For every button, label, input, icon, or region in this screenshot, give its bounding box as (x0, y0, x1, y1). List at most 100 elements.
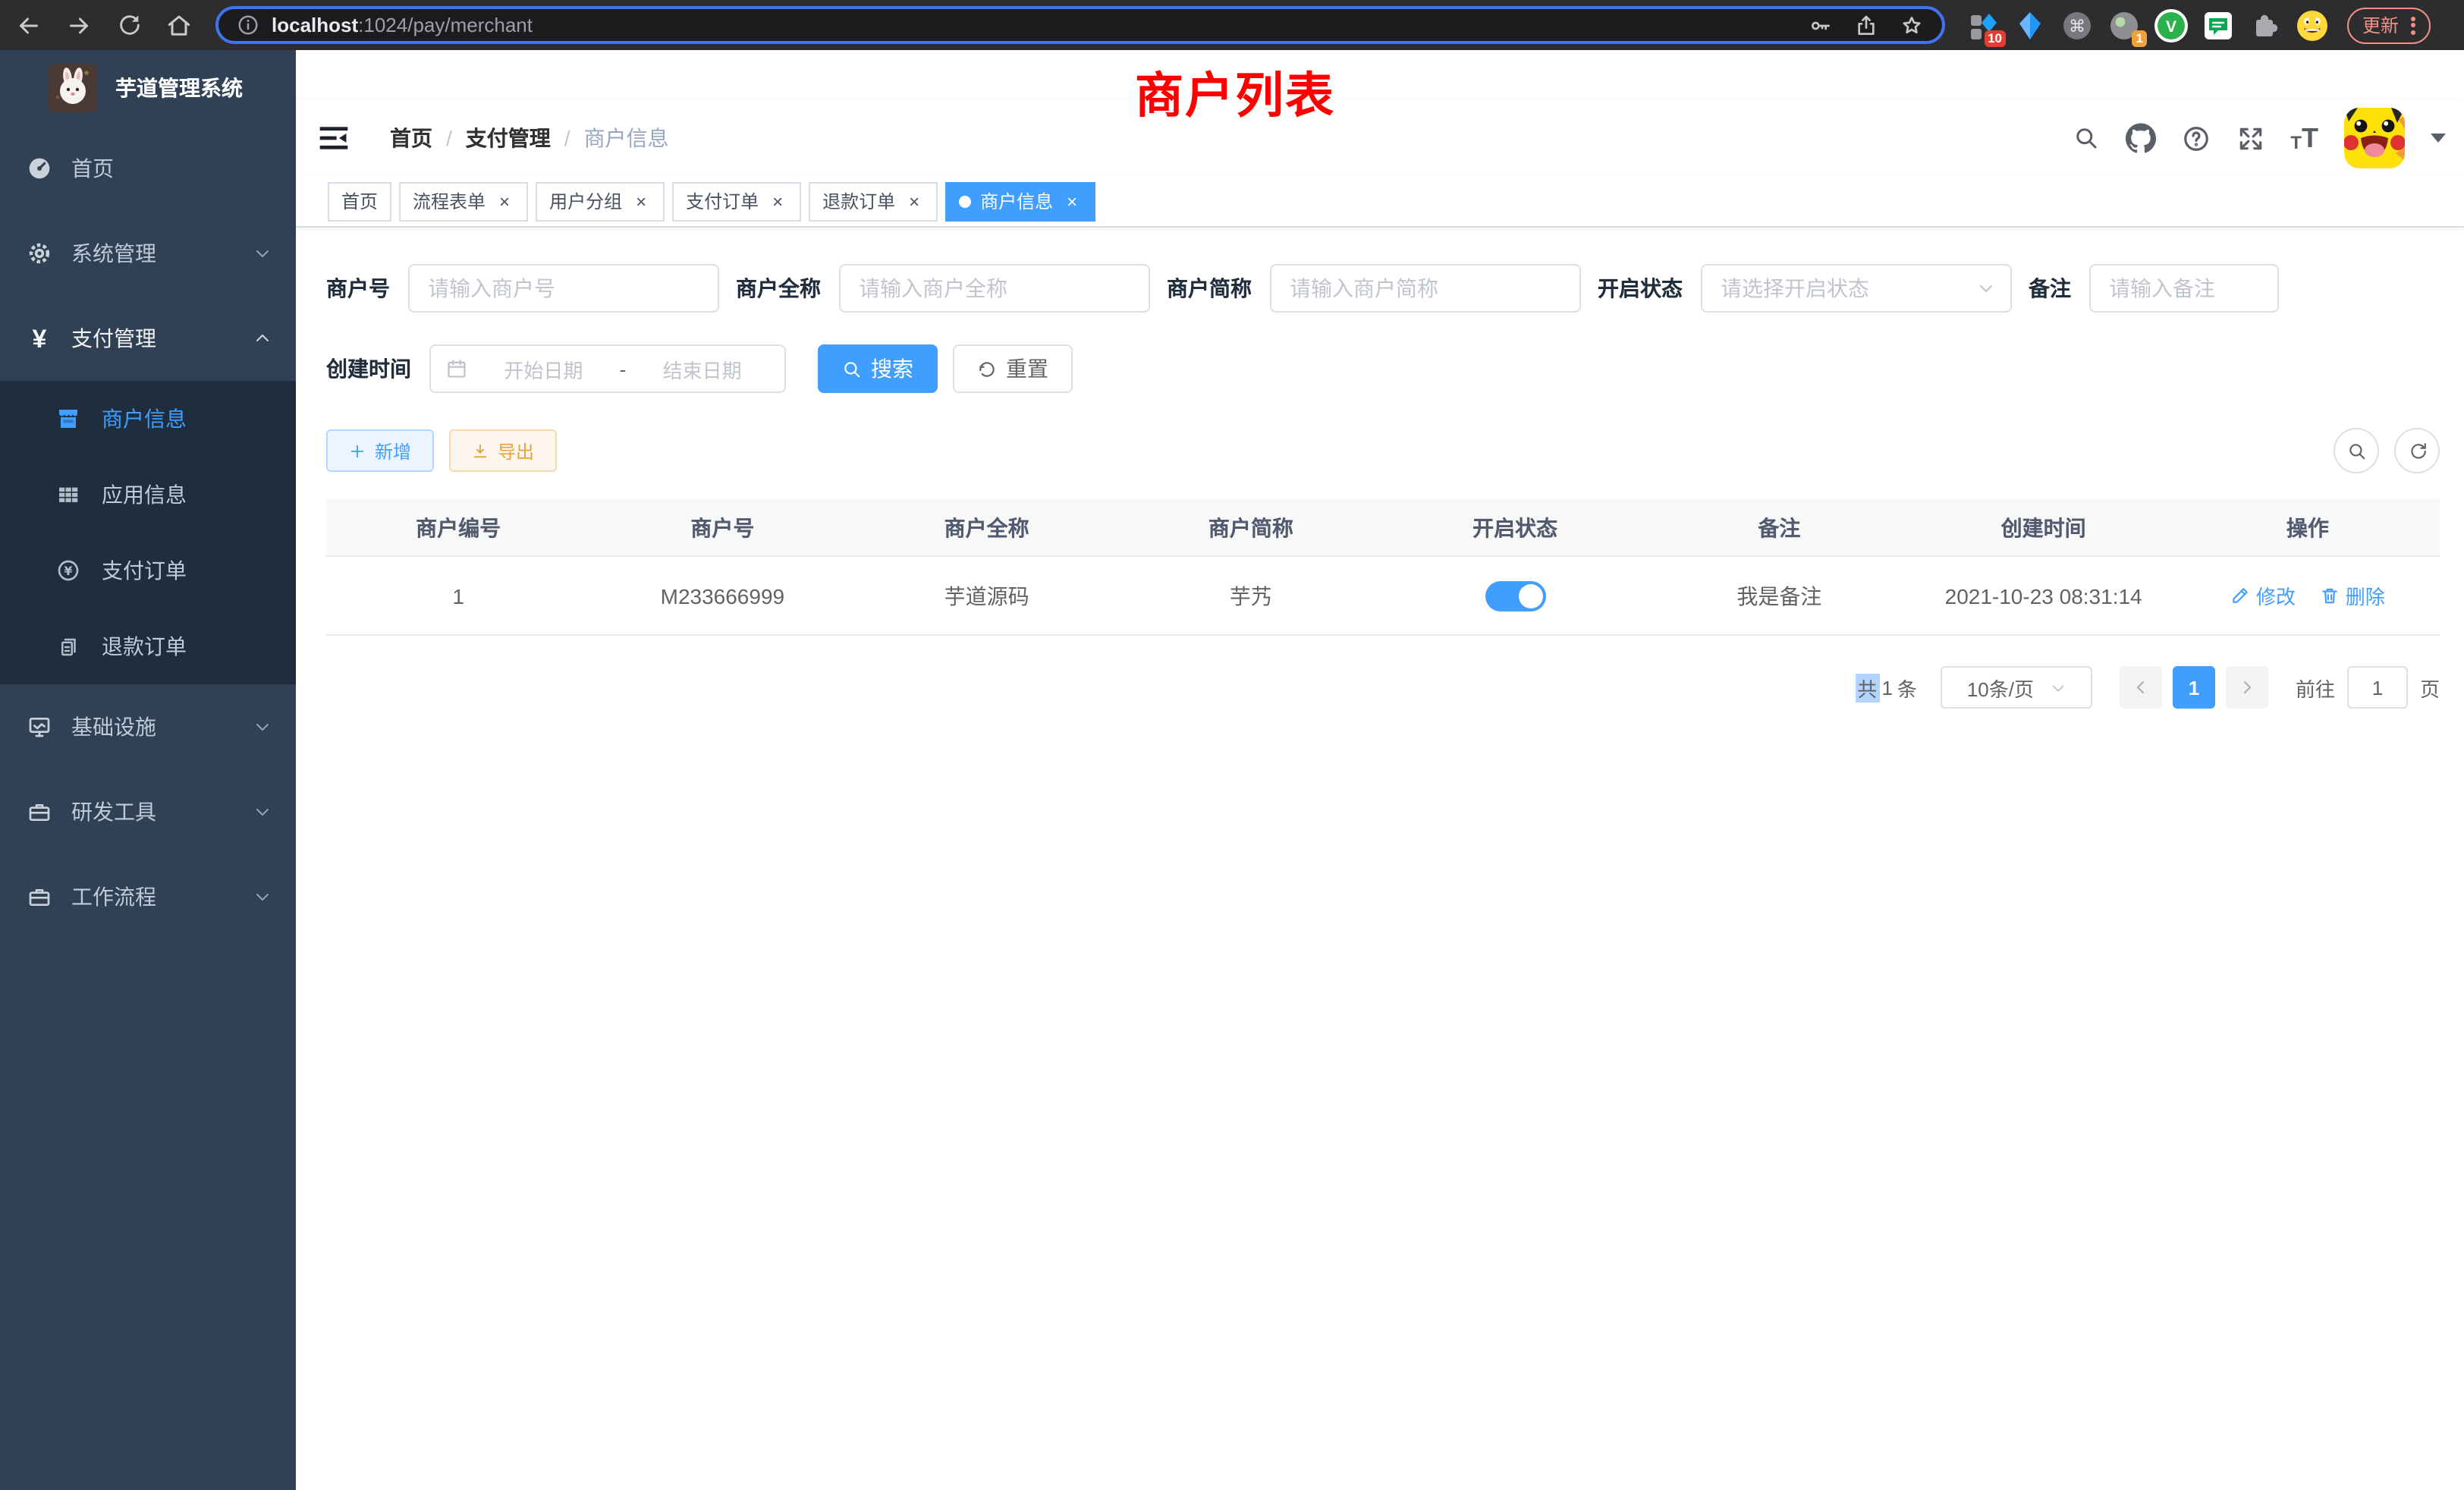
browser-forward-button[interactable] (59, 5, 99, 45)
filter-full-name: 商户全称 (736, 264, 1150, 313)
calendar-icon (446, 358, 467, 379)
close-icon[interactable] (495, 191, 514, 211)
app-root: localhost:1024/pay/merchant 10 ⌘ (0, 0, 2464, 1490)
close-icon[interactable] (904, 191, 924, 211)
full-name-input[interactable] (839, 264, 1150, 313)
status-toggle[interactable] (1485, 580, 1545, 611)
extension-grid-icon[interactable]: 10 (1966, 8, 2000, 42)
github-icon[interactable] (2125, 123, 2155, 153)
col-create-time: 创建时间 (1912, 499, 2176, 556)
avatar-caret-icon[interactable] (2431, 134, 2446, 143)
fullscreen-icon[interactable] (2236, 124, 2264, 152)
tag-pay-order[interactable]: 支付订单 (672, 181, 801, 221)
table-row: 1 M233666999 芋道源码 芋艿 我是备注 2021-10-23 08:… (326, 556, 2440, 635)
edit-link[interactable]: 修改 (2230, 581, 2296, 610)
col-merchant-no: 商户编号 (326, 499, 590, 556)
filter-short-name: 商户简称 (1167, 264, 1581, 313)
jump-page-input[interactable] (2347, 666, 2408, 709)
remark-input[interactable] (2089, 264, 2279, 313)
cell-no: 1 (326, 556, 590, 635)
header-search-icon[interactable] (2072, 124, 2099, 152)
short-name-input[interactable] (1270, 264, 1581, 313)
close-icon[interactable] (631, 191, 651, 211)
password-key-icon[interactable] (1809, 13, 1833, 37)
sidebar-item-refund-order[interactable]: 退款订单 (0, 608, 296, 684)
extension-badge: 1 (2132, 30, 2147, 46)
sidebar-item-pay[interactable]: ¥ 支付管理 (0, 296, 296, 381)
extension-chat-icon[interactable] (2202, 8, 2235, 42)
extension-badge: 10 (1984, 30, 2006, 46)
add-button[interactable]: 新增 (326, 429, 434, 472)
table-header-row: 商户编号 商户号 商户全称 商户简称 开启状态 备注 创建时间 操作 (326, 499, 2440, 556)
page-number-1[interactable]: 1 (2173, 666, 2215, 709)
document-icon (56, 635, 80, 658)
extension-kite-icon[interactable] (2013, 8, 2047, 42)
share-icon[interactable] (1854, 13, 1878, 37)
sidebar-item-merchant-info[interactable]: 商户信息 (0, 381, 296, 457)
extension-profile-icon[interactable]: 1 (2107, 8, 2141, 42)
reset-button[interactable]: 重置 (953, 344, 1073, 393)
help-icon[interactable] (2181, 124, 2210, 152)
next-page-button[interactable] (2226, 666, 2268, 709)
extensions-puzzle-icon[interactable] (2249, 8, 2282, 42)
browser-back-button[interactable] (9, 5, 49, 45)
tag-home[interactable]: 首页 (328, 181, 391, 221)
extension-command-icon[interactable]: ⌘ (2060, 8, 2094, 42)
bookmark-star-icon[interactable] (1900, 13, 1924, 37)
tag-user-group[interactable]: 用户分组 (536, 181, 665, 221)
browser-toolbar: localhost:1024/pay/merchant 10 ⌘ (0, 0, 2464, 50)
close-icon[interactable] (1062, 191, 1082, 211)
annotation-title: 商户列表 (1135, 58, 1335, 127)
status-select[interactable]: 请选择开启状态 (1701, 264, 2012, 313)
cell-short-name: 芋艿 (1119, 556, 1383, 635)
yen-icon: ¥ (27, 325, 52, 351)
sidebar-item-workflow[interactable]: 工作流程 (0, 854, 296, 939)
merchant-no-input[interactable] (408, 264, 719, 313)
delete-link[interactable]: 删除 (2320, 581, 2385, 610)
top-navbar: 首页 / 支付管理 / 商户信息 TT (296, 100, 2464, 176)
coin-yen-icon: ¥ (56, 558, 80, 583)
sidebar-item-infra[interactable]: 基础设施 (0, 684, 296, 769)
export-button[interactable]: 导出 (449, 429, 557, 472)
chevron-down-icon (253, 244, 272, 262)
refresh-button[interactable] (2394, 428, 2440, 473)
cell-remark: 我是备注 (1647, 556, 1911, 635)
sidebar-item-app-info[interactable]: 应用信息 (0, 457, 296, 533)
extension-vue-icon[interactable]: V (2154, 8, 2188, 42)
page-size-select[interactable]: 10条/页 (1941, 666, 2092, 709)
tag-refund-order[interactable]: 退款订单 (809, 181, 938, 221)
sidebar-logo[interactable]: 芋道管理系统 (0, 50, 296, 126)
shop-icon (56, 407, 80, 431)
grid-icon (56, 483, 80, 507)
end-date-placeholder: 结束日期 (635, 354, 769, 383)
font-size-icon[interactable]: TT (2290, 124, 2318, 152)
user-avatar[interactable] (2344, 108, 2405, 168)
search-button[interactable]: 搜索 (818, 344, 938, 393)
date-range-picker[interactable]: 开始日期 - 结束日期 (429, 344, 786, 393)
close-icon[interactable] (768, 191, 787, 211)
prev-page-button[interactable] (2120, 666, 2162, 709)
toggle-search-button[interactable] (2334, 428, 2379, 473)
cell-status (1383, 556, 1647, 635)
tag-merchant-info[interactable]: 商户信息 (945, 181, 1095, 221)
browser-update-button[interactable]: 更新 (2347, 7, 2431, 43)
breadcrumb-home[interactable]: 首页 (390, 123, 432, 153)
browser-menu-icon[interactable] (2411, 14, 2415, 36)
breadcrumb-pay[interactable]: 支付管理 (466, 123, 551, 153)
sidebar-item-pay-order[interactable]: ¥ 支付订单 (0, 533, 296, 608)
sidebar-item-system[interactable]: 系统管理 (0, 211, 296, 296)
address-bar[interactable]: localhost:1024/pay/merchant (215, 6, 1945, 44)
browser-reload-button[interactable] (109, 5, 149, 45)
sidebar-item-dev-tools[interactable]: 研发工具 (0, 769, 296, 854)
sidebar-collapse-icon[interactable] (317, 121, 350, 155)
browser-home-button[interactable] (159, 5, 199, 45)
cell-full-name: 芋道源码 (855, 556, 1119, 635)
tags-view: 首页 流程表单 用户分组 支付订单 退款订单 商户信息 (296, 176, 2464, 228)
site-info-icon[interactable] (237, 14, 259, 36)
sidebar-item-home[interactable]: 首页 (0, 126, 296, 211)
tag-process-form[interactable]: 流程表单 (399, 181, 528, 221)
col-actions: 操作 (2176, 499, 2440, 556)
emoji-avatar-icon[interactable] (2296, 8, 2329, 42)
navbar-actions: TT (2072, 100, 2446, 176)
col-remark: 备注 (1647, 499, 1911, 556)
